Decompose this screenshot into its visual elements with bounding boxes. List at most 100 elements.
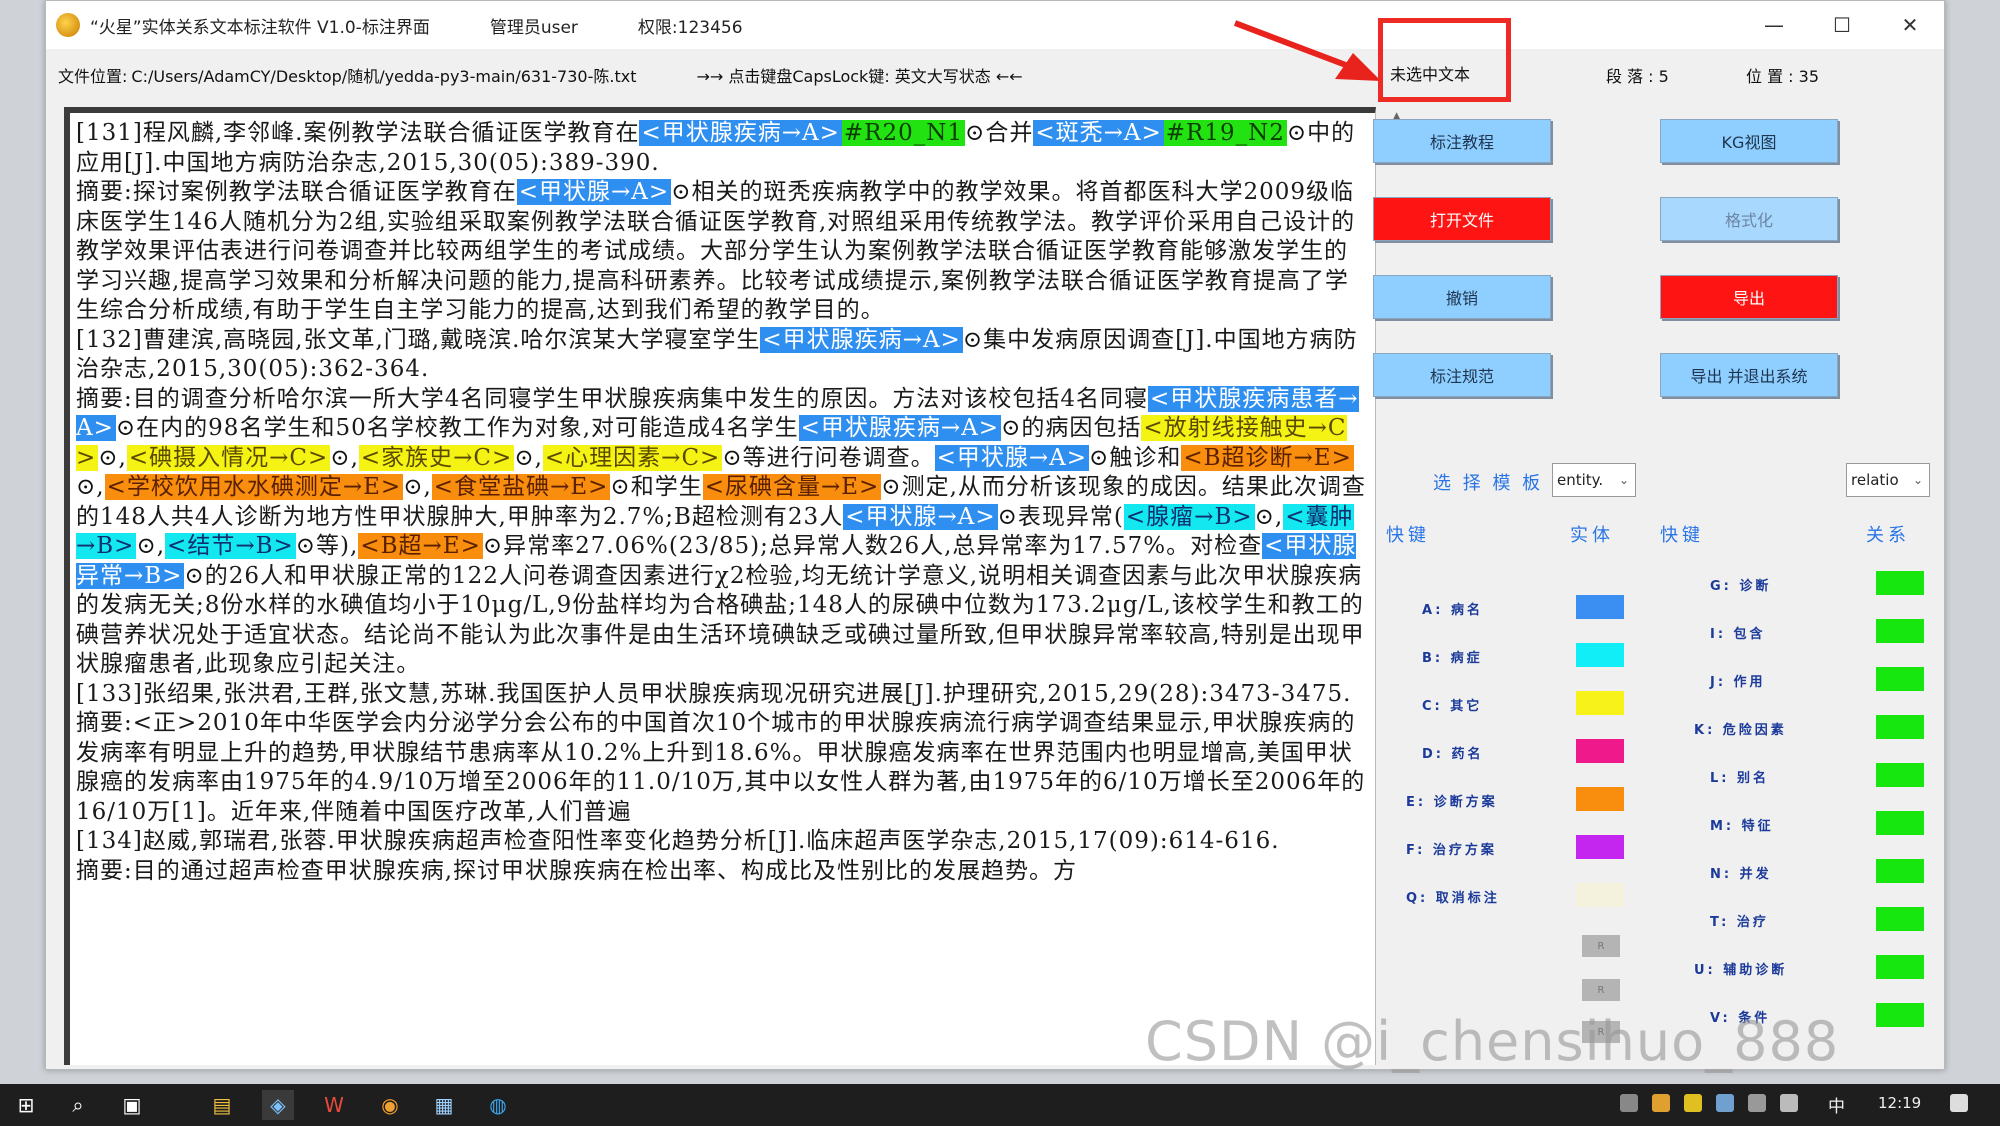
relation-shortcut-u: U: 辅助诊断 <box>1694 963 1788 978</box>
capslock-hint: →→ 点击键盘CapsLock键: 英文大写状态 ←← <box>696 67 1023 86</box>
clock[interactable]: 12:19 <box>1878 1094 1921 1112</box>
start-windows-icon[interactable]: ⊞ <box>10 1090 42 1120</box>
circle-marker: ⊙ <box>295 533 317 559</box>
entity-tag[interactable]: <食堂盐碘→E> <box>431 474 611 500</box>
undo-button[interactable]: 撤销 <box>1373 275 1551 319</box>
relation-color-g[interactable] <box>1876 571 1924 595</box>
relation-color-l[interactable] <box>1876 763 1924 787</box>
entity-tag[interactable]: <甲状腺疾病→A> <box>639 120 842 146</box>
text-scrollbar[interactable]: ▲ <box>1388 107 1410 1065</box>
tutorial-button[interactable]: 标注教程 <box>1373 119 1551 163</box>
entity-shortcut-f: F: 治疗方案 <box>1406 843 1497 858</box>
notification-icon[interactable] <box>1950 1094 1968 1112</box>
relation-header: 关系 <box>1866 525 1910 546</box>
circle-marker: ⊙ <box>962 326 984 353</box>
entity-tag[interactable]: <B超→E> <box>358 533 483 559</box>
entity-tag[interactable]: <结节→B> <box>165 533 296 559</box>
export-exit-button[interactable]: 导出 并退出系统 <box>1660 353 1838 397</box>
entity-tag[interactable]: <腺瘤→B> <box>1123 503 1255 530</box>
entity-shortcut-q: Q: 取消标注 <box>1406 891 1500 906</box>
relation-shortcut-k: K: 危险因素 <box>1694 723 1787 738</box>
export-button[interactable]: 导出 <box>1660 275 1838 319</box>
circle-marker: ⊙ <box>722 444 743 471</box>
entity-tag[interactable]: <心理因素→C> <box>542 444 723 471</box>
entity-template-select[interactable]: entity. ⌄ <box>1552 463 1636 497</box>
entity-tag[interactable]: <甲状腺→A> <box>934 444 1090 471</box>
circle-marker: ⊙, <box>98 444 127 471</box>
relation-template-select[interactable]: relatio ⌄ <box>1846 463 1930 497</box>
kg-view-button[interactable]: KG视图 <box>1660 119 1838 163</box>
extra-entity-chip[interactable]: R <box>1582 935 1620 957</box>
entity-color-a[interactable] <box>1576 595 1624 619</box>
entity-tag[interactable]: <甲状腺疾病→A> <box>760 326 963 353</box>
entity-tag[interactable]: <甲状腺→A> <box>843 503 998 530</box>
file-explorer-icon[interactable]: ▤ <box>206 1090 238 1120</box>
python-icon[interactable]: ◉ <box>374 1090 406 1120</box>
relation-color-n[interactable] <box>1876 859 1924 883</box>
entity-color-q[interactable] <box>1576 883 1624 907</box>
entity-color-e[interactable] <box>1576 787 1624 811</box>
entity-tag[interactable]: <斑秃→A> <box>1033 120 1164 146</box>
notepad-icon[interactable]: ▦ <box>428 1090 460 1120</box>
text-span: 摘要:目的调查分析哈尔滨一所大学4名同寝学生甲状腺疾病集中发生的原因。方法对该校… <box>76 385 1149 412</box>
task-view-icon[interactable]: ▣ <box>116 1090 148 1120</box>
wifi-icon[interactable] <box>1716 1094 1734 1112</box>
maximize-button[interactable]: ☐ <box>1808 1 1876 49</box>
entity-tag[interactable]: <甲状腺→A> <box>516 179 672 205</box>
text-span: 在内的98名学生和50名学校教工作为对象,对可能造成4名学生 <box>136 415 799 441</box>
entity-tag[interactable]: <B超诊断→E> <box>1181 444 1354 471</box>
circle-marker: ⊙ <box>1089 444 1110 471</box>
text-span: [134]赵威,郭瑞君,张蓉.甲状腺疾病超声检查阳性率变化趋势分析[J].临床超… <box>76 828 1280 854</box>
relation-shortcut-g: G: 诊断 <box>1710 579 1772 594</box>
relation-shortcut-l: L: 别名 <box>1710 771 1770 786</box>
text-span: 合并 <box>985 120 1034 146</box>
spec-button[interactable]: 标注规范 <box>1373 353 1551 397</box>
input-language-indicator[interactable]: 中 <box>1828 1092 1845 1117</box>
circle-marker: ⊙ <box>1286 120 1308 146</box>
relation-color-t[interactable] <box>1876 907 1924 931</box>
network-icon[interactable] <box>1620 1094 1638 1112</box>
minimize-button[interactable]: — <box>1740 1 1808 49</box>
relation-color-v[interactable] <box>1876 1003 1924 1027</box>
annotation-text-area[interactable]: [131]程风麟,李邻峰.案例教学法联合循证医学教育在<甲状腺疾病→A> #R20… <box>64 107 1376 1065</box>
relation-template-value: relatio <box>1851 471 1899 489</box>
entity-color-f[interactable] <box>1576 835 1624 859</box>
tray-app-icon[interactable] <box>1684 1094 1702 1112</box>
extra-entity-chip[interactable]: R <box>1582 979 1620 1001</box>
entity-tag[interactable]: <学校饮用水水碘测定→E> <box>104 474 404 500</box>
text-span: [133]张绍果,张洪君,王群,张文慧,苏琳.我国医护人员甲状腺疾病现况研究进展… <box>76 680 1352 707</box>
entity-tag[interactable]: <碘摄入情况→C> <box>126 444 331 471</box>
entity-template-value: entity. <box>1557 471 1604 489</box>
relation-color-u[interactable] <box>1876 955 1924 979</box>
edge-browser-icon[interactable]: ◍ <box>482 1090 514 1120</box>
relation-color-k[interactable] <box>1876 715 1924 739</box>
tray-app-icon[interactable] <box>1652 1094 1670 1112</box>
title-bar[interactable]: “火星”实体关系文本标注软件 V1.0-标注界面 管理员user 权限:1234… <box>46 1 1944 49</box>
format-button[interactable]: 格式化 <box>1660 197 1838 241</box>
text-span: [131]程风麟,李邻峰.案例教学法联合循证医学教育在 <box>76 120 640 146</box>
relation-color-m[interactable] <box>1876 811 1924 835</box>
text-span: [132]曹建滨,高晓园,张文革,门璐,戴晓滨.哈尔滨某大学寝室学生 <box>76 326 761 353</box>
entity-tag[interactable]: <尿碘含量→E> <box>702 474 882 500</box>
chevron-down-icon: ⌄ <box>1912 473 1923 487</box>
battery-icon[interactable] <box>1748 1094 1766 1112</box>
entity-tag[interactable]: <家族史→C> <box>358 444 515 471</box>
relation-color-j[interactable] <box>1876 667 1924 691</box>
app-taskbar-icon[interactable]: ◈ <box>262 1090 294 1120</box>
annotation-text[interactable]: [131]程风麟,李邻峰.案例教学法联合循证医学教育在<甲状腺疾病→A> #R20… <box>70 113 1375 886</box>
entity-color-c[interactable] <box>1576 691 1624 715</box>
relation-tag[interactable]: #R19_N2 <box>1163 120 1287 146</box>
admin-label: 管理员user <box>489 17 578 38</box>
relation-tag[interactable]: #R20_N1 <box>841 120 966 146</box>
entity-color-b[interactable] <box>1576 643 1624 667</box>
entity-shortcut-c: C: 其它 <box>1422 699 1483 714</box>
wps-icon[interactable]: W <box>318 1090 350 1120</box>
position-info: 位 置 : 35 <box>1746 67 1820 86</box>
relation-color-i[interactable] <box>1876 619 1924 643</box>
entity-tag[interactable]: <甲状腺疾病→A> <box>798 415 1002 441</box>
search-icon[interactable]: ⌕ <box>62 1090 94 1120</box>
volume-icon[interactable] <box>1780 1094 1798 1112</box>
entity-color-d[interactable] <box>1576 739 1624 763</box>
close-button[interactable]: ✕ <box>1876 1 1944 49</box>
open-file-button[interactable]: 打开文件 <box>1373 197 1551 241</box>
